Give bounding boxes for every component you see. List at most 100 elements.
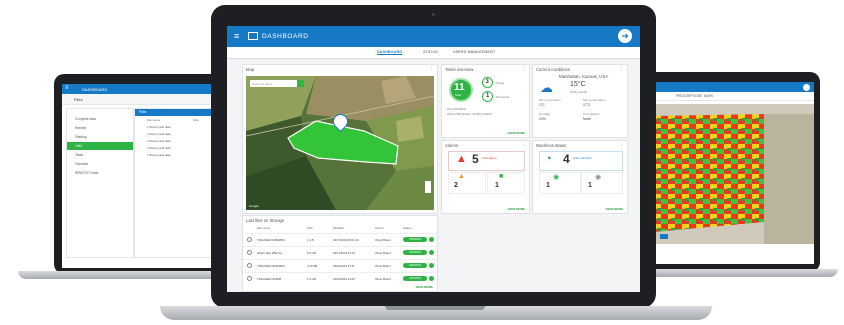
search-box[interactable]: Search a place [250,80,304,87]
machine-green-icon: ◉ [553,174,560,181]
file-owner: Oliver Brand [375,277,391,281]
right-map-button[interactable] [660,234,668,239]
conditions-card-menu-icon[interactable]: ⋮ [619,66,624,72]
file-size: 8.0 GB [307,251,316,255]
left-nav-item[interactable]: REMOTE Folder [67,169,133,177]
center-laptop-screen: ≡ DASHBOARD ➜ DASHBOARD STATUS USERS MAN… [227,26,640,292]
file-check-icon[interactable] [429,276,434,281]
alarms-view-more-link[interactable]: VIEW MORE [507,207,525,211]
tab-users-management[interactable]: USERS MANAGEMENT [453,50,495,54]
left-table-row[interactable]: 2 Stored yield data [147,153,170,157]
file-status-badge: UPDATED [403,237,427,242]
file-owner: Oliver Brand [375,238,391,242]
table-row[interactable]: TRACKER-0195H8 1.9 GB 04/16/2019 12:05 Oliv… [243,272,437,285]
tab-dashboard[interactable]: DASHBOARD [377,50,403,55]
left-nav-item[interactable]: Favorites [67,160,133,168]
center-camera [432,13,435,16]
alarms-card-menu-icon[interactable]: ⋮ [521,142,526,148]
file-check-icon[interactable] [429,237,434,242]
files-column-header: File name [257,226,271,230]
file-size: 1.1 B [307,238,314,242]
satellite-map[interactable]: Search a place Google [246,76,434,210]
file-modified: 04/16/2019 13:11 [333,264,355,268]
machine-grey-icon: ◉ [595,174,602,181]
yield-heatmap [654,114,814,244]
map-search-button[interactable] [297,80,304,87]
left-nav-label: Favorites [75,162,89,166]
machines-view-more-link[interactable]: VIEW MORE [605,207,623,211]
table-row[interactable]: TRACKER-0195H8DS 1.1 B 04/17/2019 00:01:34… [243,233,437,246]
left-nav-label: Tasks [75,153,84,157]
map-card: Map ⋮ Search a place Google [242,64,438,214]
condition-stat-label: Min temperature [539,98,561,102]
left-nav-label: Harvest [75,126,86,130]
left-nav-item[interactable]: Harvest [67,124,133,132]
condition-stat-value: None [583,117,592,121]
file-icon [247,250,252,255]
file-status-badge: UPDATED [403,263,427,268]
file-check-icon[interactable] [429,250,434,255]
current-conditions-card: Current conditions ⋮ Manhattan, Kansas, … [532,64,628,138]
map-credit: Google [249,204,259,208]
file-owner: Oliver Brand [375,251,391,255]
alarms-card-title: Alarms [445,143,459,148]
files-column-header: Size [307,226,313,230]
machines-card-menu-icon[interactable]: ⋮ [619,142,624,148]
tasks-tomorrow-label: Tomorrow [496,95,510,99]
left-nav-label: REMOTE Folder [75,171,99,175]
map-search-input[interactable]: Search a place [252,82,272,86]
left-table-row[interactable]: 2 Stored yield data [147,146,170,150]
hamburger-menu-icon[interactable]: ≡ [234,31,239,41]
right-tab-maps[interactable]: MAPS [704,94,713,98]
tasks-card-menu-icon[interactable]: ⋮ [521,66,526,72]
conditions-description: Partly cloudy [570,90,588,94]
file-name: TRACKER-0195H8DS [257,238,285,242]
file-size: 2.22 MB [307,264,318,268]
left-menu-icon[interactable]: ≡ [65,85,69,91]
user-avatar-icon[interactable]: ➜ [618,29,632,43]
alarms-total: 5 [472,152,479,166]
map-card-title: Map [246,67,255,72]
table-row[interactable]: TRACKER-0195H8DS 2.22 MB 04/16/2019 13:11 O… [243,259,437,272]
file-owner: Oliver Brand [375,264,391,268]
left-nav-label: Complete data [75,117,96,121]
tasks-total-label: Tasks [455,94,462,97]
condition-stat-value: 24% [539,117,546,121]
left-nav-item[interactable]: Yield [67,142,133,150]
left-nav-item[interactable]: Tasks [67,151,133,159]
alarm-orange-icon: ▲ [458,173,465,180]
tab-status[interactable]: STATUS [423,50,438,54]
map-zoom-controls[interactable] [425,181,431,193]
left-nav-item[interactable]: Planting [67,133,133,141]
files-table-header: File name Size Modified Owner Status [243,225,437,231]
machine-gauge-icon: ◔ [545,153,552,165]
left-table-row[interactable]: 2 Stored yield data [147,125,170,129]
tasks-total: 11 [454,82,465,93]
left-nav-item[interactable]: Complete data [67,115,133,123]
files-column-header: Modified [333,226,345,230]
table-row[interactable]: uPlant Map Wall Sa... 8.0 GB 04/17/2019 01… [243,246,437,259]
app-title: DASHBOARD [262,32,309,40]
center-laptop-notch [385,306,485,310]
conditions-temperature: 15°C [570,81,586,88]
file-check-icon[interactable] [429,263,434,268]
machines-right-count: 1 [588,182,592,189]
alarms-right-count: 1 [495,182,499,189]
left-table-row[interactable]: 2 Stored yield data [147,132,170,136]
alarms-left-count: 2 [454,182,458,189]
left-table-row[interactable]: 2 Stored yield data [147,139,170,143]
file-status-badge: UPDATED [403,276,427,281]
map-card-menu-icon[interactable]: ⋮ [429,66,434,72]
file-name: uPlant Map Wall Sa... [257,251,284,255]
file-modified: 04/17/2019 01:13 [333,251,355,255]
files-view-more-link[interactable]: VIEW MORE [415,285,433,289]
left-sidebar: Complete data Harvest Planting Yield Tasks Fa… [66,108,134,258]
alarms-card: Alarms ⋮ ▲ 5 Open alarms ▲ 2 ■ 1 VIEW MO… [441,140,530,214]
right-tab-prescriptions[interactable]: PRESCRIPTIONS [676,94,702,98]
condition-stat-label: Humidity [539,112,551,116]
left-files-header: Files [139,110,147,114]
left-nav-label: Yield [75,144,82,148]
tasks-view-more-link[interactable]: VIEW MORE [507,131,525,135]
files-card-title: Last files on Storage [246,218,285,223]
right-user-icon[interactable] [803,83,810,91]
